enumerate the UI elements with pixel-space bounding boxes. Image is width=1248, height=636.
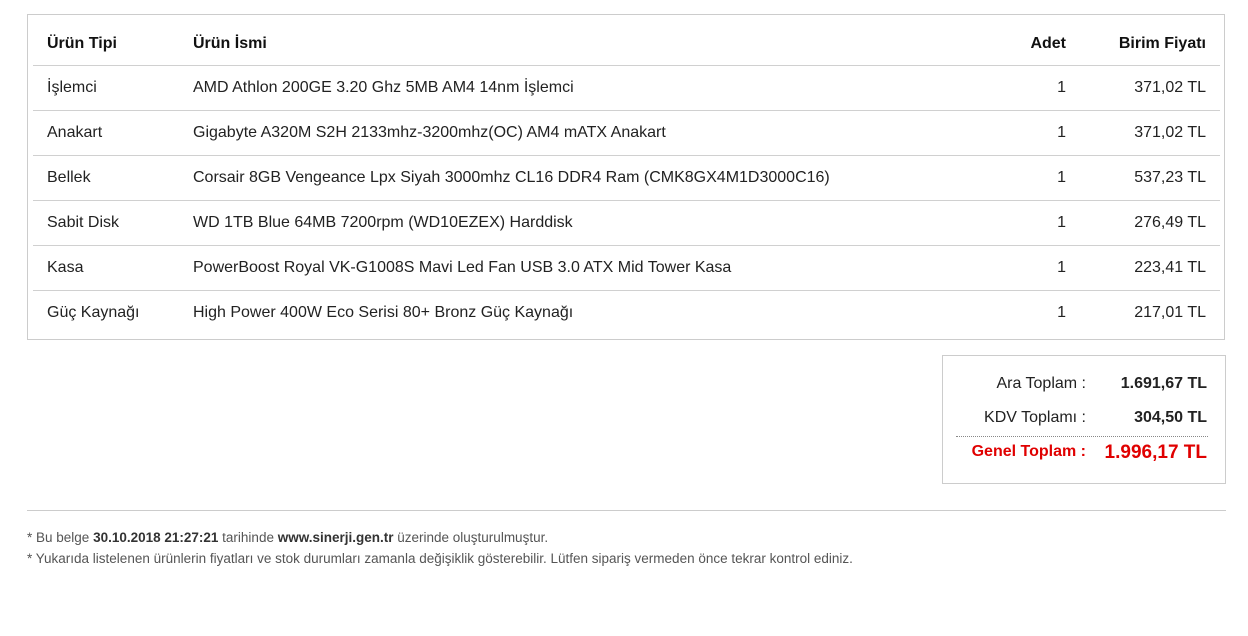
cell-qty: 1: [992, 245, 1080, 291]
product-table: Ürün Tipi Ürün İsmi Adet Birim Fiyatı İş…: [33, 23, 1220, 335]
totals-divider: [956, 436, 1208, 437]
column-header-type: Ürün Tipi: [33, 23, 179, 66]
table-row: Kasa PowerBoost Royal VK-G1008S Mavi Led…: [33, 245, 1220, 291]
grand-total-label: Genel Toplam :: [971, 443, 1086, 460]
footer-divider: [27, 510, 1226, 511]
table-row: Sabit Disk WD 1TB Blue 64MB 7200rpm (WD1…: [33, 200, 1220, 246]
vat-value: 304,50 TL: [1134, 409, 1207, 426]
cell-price: 371,02 TL: [1080, 110, 1220, 156]
note-created-prefix: * Bu belge: [27, 530, 94, 545]
vat-row: KDV Toplamı : 304,50 TL: [943, 409, 1226, 435]
cell-qty: 1: [1057, 304, 1066, 321]
cell-qty: 1: [992, 65, 1080, 111]
cell-name: WD 1TB Blue 64MB 7200rpm (WD10EZEX) Hard…: [179, 200, 992, 246]
note-created-mid: tarihinde: [218, 530, 278, 545]
grand-total-value: 1.996,17 TL: [1104, 442, 1207, 463]
cell-type: Sabit Disk: [33, 200, 179, 246]
cell-name: High Power 400W Eco Serisi 80+ Bronz Güç…: [193, 304, 574, 321]
cell-name: Gigabyte A320M S2H 2133mhz-3200mhz(OC) A…: [179, 110, 992, 156]
cell-type: Anakart: [33, 110, 179, 156]
grand-total-row: Genel Toplam : 1.996,17 TL: [943, 442, 1226, 469]
cell-type: Bellek: [33, 155, 179, 201]
cell-name: AMD Athlon 200GE 3.20 Ghz 5MB AM4 14nm İ…: [179, 65, 992, 111]
table-row: Güç Kaynağı High Power 400W Eco Serisi 8…: [33, 291, 1220, 336]
cell-qty: 1: [992, 110, 1080, 156]
cell-price: 217,01 TL: [1134, 304, 1206, 321]
cell-qty: 1: [992, 200, 1080, 246]
subtotal-label: Ara Toplam :: [996, 375, 1086, 392]
table-header-row: Ürün Tipi Ürün İsmi Adet Birim Fiyatı: [33, 23, 1220, 66]
cell-price: 223,41 TL: [1080, 245, 1220, 291]
footer-notes: * Bu belge 30.10.2018 21:27:21 tarihinde…: [27, 527, 853, 569]
cell-price: 537,23 TL: [1080, 155, 1220, 201]
totals-panel: Ara Toplam : 1.691,67 TL KDV Toplamı : 3…: [942, 355, 1226, 484]
cell-type: Güç Kaynağı: [47, 304, 140, 321]
note-created-site: www.sinerji.gen.tr: [277, 530, 394, 545]
cell-type: Kasa: [33, 245, 179, 291]
note-created: * Bu belge 30.10.2018 21:27:21 tarihinde…: [27, 527, 853, 548]
column-header-name: Ürün İsmi: [179, 23, 992, 66]
product-list-panel: Ürün Tipi Ürün İsmi Adet Birim Fiyatı İş…: [27, 14, 1225, 340]
vat-label: KDV Toplamı :: [984, 409, 1086, 426]
table-row: Bellek Corsair 8GB Vengeance Lpx Siyah 3…: [33, 155, 1220, 201]
subtotal-row: Ara Toplam : 1.691,67 TL: [943, 375, 1226, 401]
column-header-qty: Adet: [992, 23, 1080, 66]
table-row: İşlemci AMD Athlon 200GE 3.20 Ghz 5MB AM…: [33, 65, 1220, 111]
cell-name: PowerBoost Royal VK-G1008S Mavi Led Fan …: [179, 245, 992, 291]
cell-price: 276,49 TL: [1080, 200, 1220, 246]
note-created-date: 30.10.2018 21:27:21: [93, 530, 219, 545]
cell-name: Corsair 8GB Vengeance Lpx Siyah 3000mhz …: [179, 155, 992, 201]
cell-type: İşlemci: [33, 65, 179, 111]
cell-qty: 1: [992, 155, 1080, 201]
table-row: Anakart Gigabyte A320M S2H 2133mhz-3200m…: [33, 110, 1220, 156]
note-created-suffix: üzerinde oluşturulmuştur.: [393, 530, 549, 545]
note-disclaimer: * Yukarıda listelenen ürünlerin fiyatlar…: [27, 551, 853, 566]
cell-price: 371,02 TL: [1080, 65, 1220, 111]
column-header-price: Birim Fiyatı: [1080, 23, 1220, 66]
subtotal-value: 1.691,67 TL: [1120, 375, 1207, 392]
